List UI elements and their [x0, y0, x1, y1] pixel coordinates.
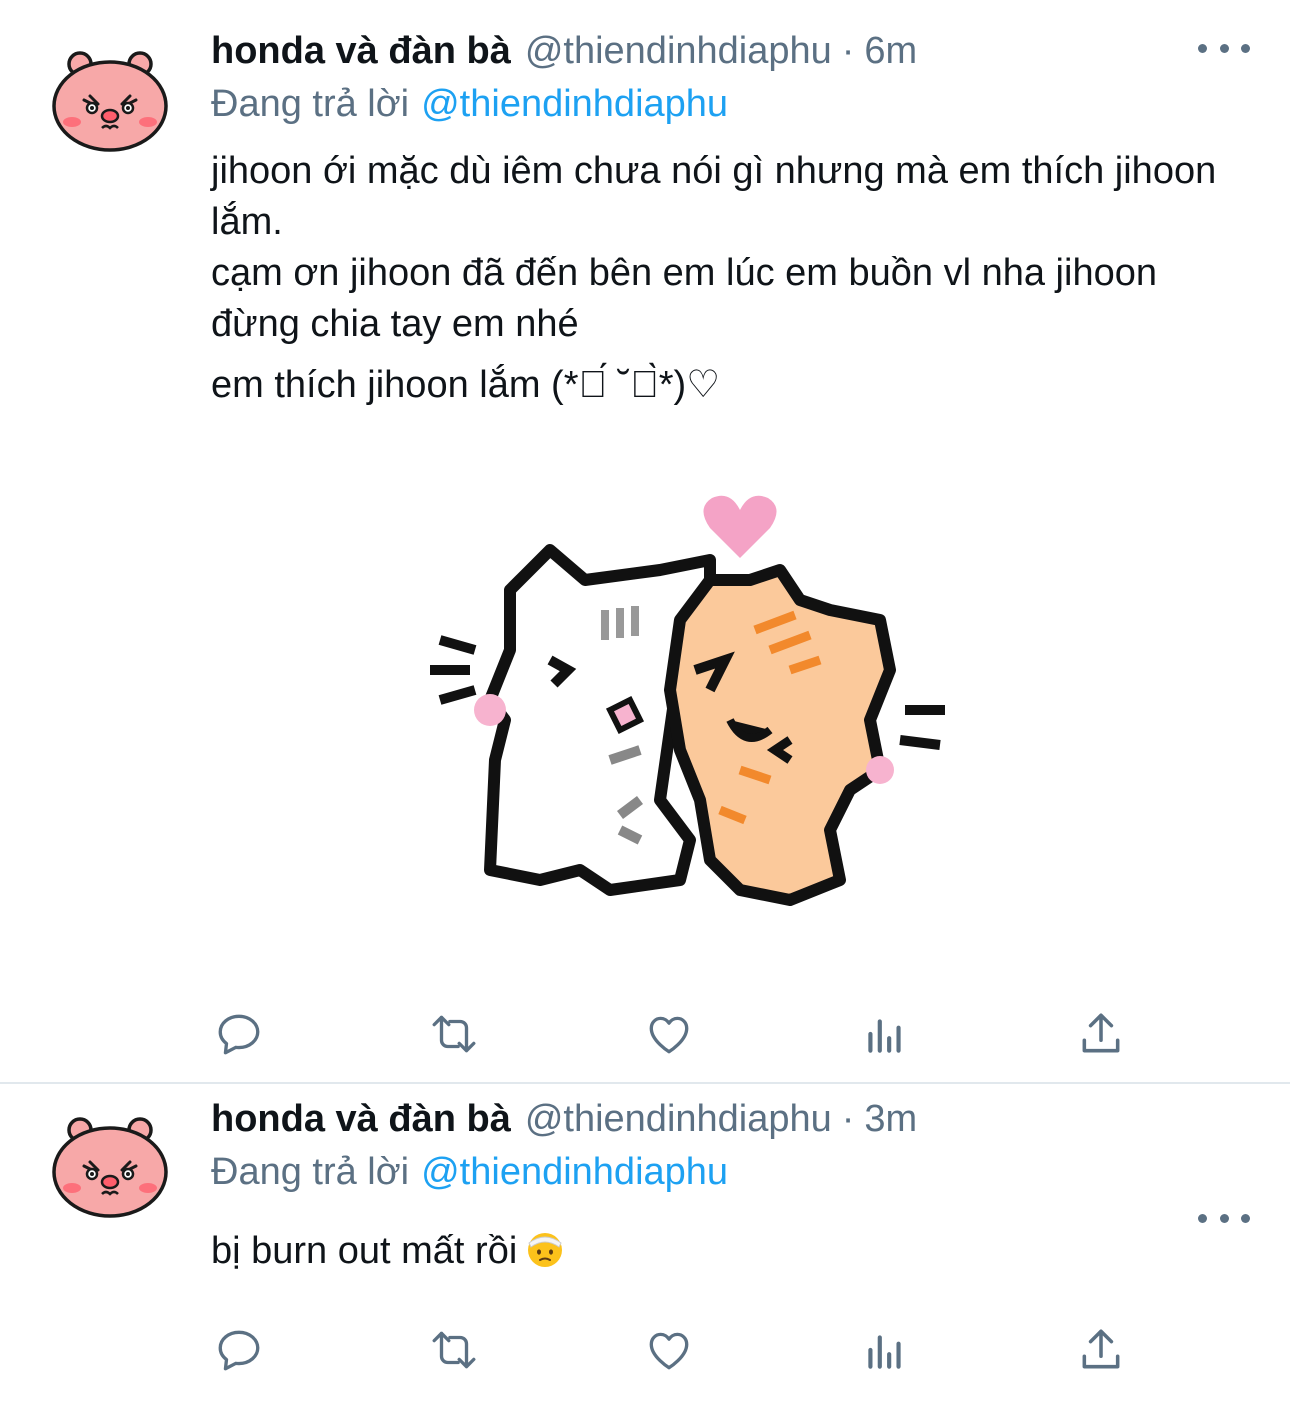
tweet[interactable]: honda và đàn bà @thiendinhdiaphu · 6m Đa…: [0, 0, 1290, 1082]
tweet-header: honda và đàn bà @thiendinhdiaphu · 6m: [211, 24, 1250, 78]
more-icon[interactable]: [1198, 1206, 1250, 1230]
share-icon[interactable]: [1073, 1006, 1129, 1062]
timestamp[interactable]: 3m: [864, 1098, 917, 1141]
user-handle[interactable]: @thiendinhdiaphu: [525, 30, 832, 73]
analytics-icon[interactable]: [857, 1322, 913, 1378]
retweet-icon[interactable]: [426, 1006, 482, 1062]
separator-dot: ·: [841, 29, 855, 72]
reply-handle-link[interactable]: @thiendinhdiaphu: [421, 1151, 728, 1194]
analytics-icon[interactable]: [857, 1006, 913, 1062]
tweet-text-line: em thích jihoon lắm (*ค́ ˘ค̀*)♡: [211, 364, 721, 406]
tweet-actions: [211, 1322, 1121, 1378]
heart-icon[interactable]: [641, 1006, 697, 1062]
heart-icon[interactable]: [641, 1322, 697, 1378]
hugging-cats-sticker[interactable]: [410, 470, 970, 940]
tweet-text-line: cạm ơn jihoon đã đến bên em lúc em buồn …: [211, 252, 1157, 345]
user-handle[interactable]: @thiendinhdiaphu: [525, 1098, 832, 1141]
tweet-header: honda và đàn bà @thiendinhdiaphu · 3m: [211, 1092, 1250, 1146]
tweet[interactable]: honda và đàn bà @thiendinhdiaphu · 3m Đa…: [0, 1084, 1290, 1406]
timestamp[interactable]: 6m: [864, 30, 917, 73]
tweet-text: bị burn out mất rồi: [211, 1226, 1250, 1277]
retweet-icon[interactable]: [426, 1322, 482, 1378]
reply-icon[interactable]: [211, 1322, 267, 1378]
avatar[interactable]: [50, 42, 170, 154]
tweet-text-line: jihoon ới mặc dù iêm chưa nói gì nhưng m…: [211, 150, 1217, 243]
face-with-head-bandage-emoji: [525, 1229, 565, 1269]
tweet-content: honda và đàn bà @thiendinhdiaphu · 6m Đa…: [211, 24, 1250, 411]
tweet-text-line: bị burn out mất rồi: [211, 1230, 518, 1272]
share-icon[interactable]: [1073, 1322, 1129, 1378]
reply-handle-link[interactable]: @thiendinhdiaphu: [421, 83, 728, 126]
separator-dot: ·: [841, 1097, 855, 1140]
reply-context: Đang trả lời @thiendinhdiaphu: [211, 78, 1250, 130]
display-name[interactable]: honda và đàn bà: [211, 30, 511, 73]
tweet-text: jihoon ới mặc dù iêm chưa nói gì nhưng m…: [211, 146, 1250, 411]
more-icon[interactable]: [1198, 36, 1250, 60]
avatar[interactable]: [50, 1108, 170, 1220]
reply-prefix: Đang trả lời: [211, 1150, 410, 1193]
reply-icon[interactable]: [211, 1006, 267, 1062]
reply-context: Đang trả lời @thiendinhdiaphu: [211, 1146, 1250, 1198]
reply-prefix: Đang trả lời: [211, 82, 410, 125]
display-name[interactable]: honda và đàn bà: [211, 1098, 511, 1141]
tweet-actions: [211, 1006, 1121, 1062]
tweet-content: honda và đàn bà @thiendinhdiaphu · 3m Đa…: [211, 1092, 1250, 1277]
